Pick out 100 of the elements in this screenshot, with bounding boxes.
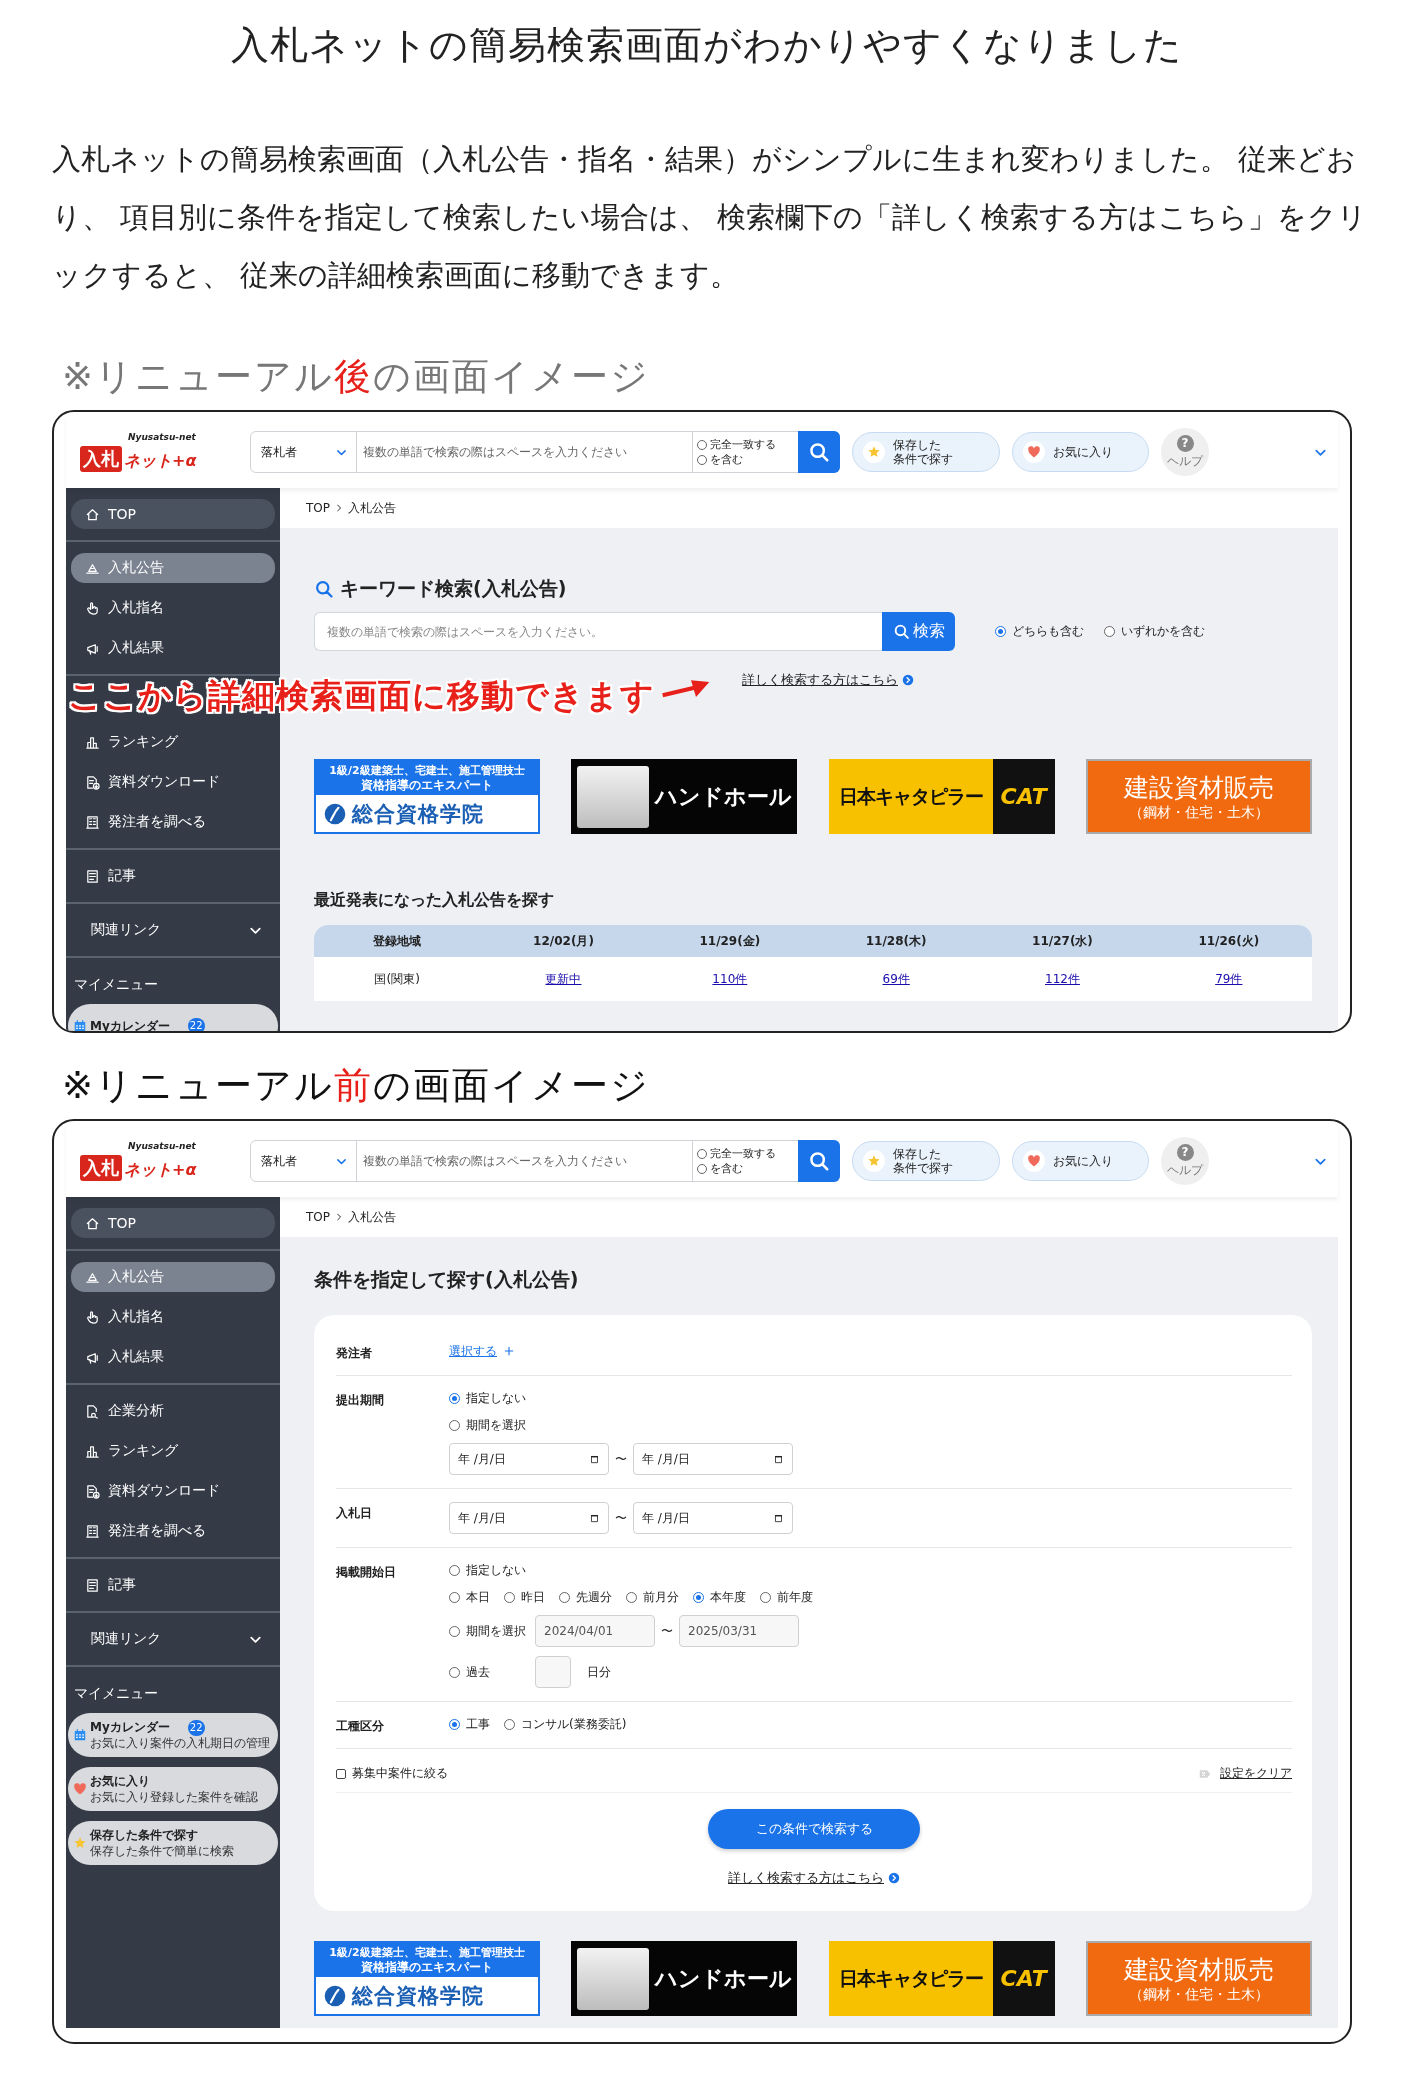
search-bar[interactable]: 落札者 複数の単語で検索の際はスペースを入力ください 完全一致する を含む <box>250 431 840 473</box>
intro-paragraph: 入札ネットの簡易検索画面（入札公告・指名・結果）がシンプルに生まれ変わりました。 従来どおり、 項目別に条件を指定して検索したい場合は、 検索欄下の「詳しく検索する方はこちら」をクリックすると、 従来の詳細検索画面に移動できます。 <box>52 141 1369 294</box>
count-link[interactable]: 更新中 <box>545 970 582 988</box>
clear-settings-link[interactable]: 設定をクリア <box>1220 1765 1292 1782</box>
ad-banner[interactable]: 日本キャタピラー CAT <box>828 1941 1055 2016</box>
column-header: 11/26(火) <box>1197 932 1261 950</box>
banner-text: 資格指導のエキスパート <box>361 778 493 793</box>
sidebar-item[interactable]: TOP <box>71 499 275 529</box>
banner-text: 1級/2級建築士、宅建士、施工管理技士 <box>329 763 525 778</box>
sidebar-item[interactable]: TOP <box>71 1208 275 1238</box>
ad-banner[interactable]: ハンドホール <box>571 1941 798 2016</box>
count-link[interactable]: 112件 <box>1045 970 1080 988</box>
banner-text: （鋼材・住宅・土木） <box>1129 1985 1269 2004</box>
field-label: 発注者 <box>336 1345 373 1362</box>
radio-label: 完全一致する <box>710 438 776 451</box>
ad-banner[interactable]: 1級/2級建築士、宅建士、施工管理技士 資格指導のエキスパート 総合資格学院 <box>314 1941 540 2016</box>
radio-label: を含む <box>710 1162 743 1175</box>
count-link[interactable]: 79件 <box>1215 970 1243 988</box>
sidebar-item[interactable]: ランキング <box>71 1431 275 1471</box>
sidebar-item[interactable]: 入札結果 <box>71 1337 275 1377</box>
help-icon[interactable]: ? <box>1176 1143 1194 1161</box>
select-link[interactable]: 選択する <box>449 1342 497 1360</box>
search-input[interactable]: 複数の単語で検索の際はスペースを入力ください <box>356 1141 693 1181</box>
sidebar-item[interactable]: 入札指名 <box>71 1297 275 1337</box>
brand-mark: CAT <box>992 1941 1055 2016</box>
category-select[interactable]: 落札者 <box>251 432 356 472</box>
ad-banner[interactable]: ハンドホール <box>571 759 798 834</box>
date-field[interactable]: 2024/04/01 <box>535 1615 655 1647</box>
sidebar-item[interactable]: 入札結果 <box>71 628 275 668</box>
radio-label: いずれかを含む <box>1121 623 1205 640</box>
sidebar-item[interactable]: 資料ダウンロード <box>71 762 275 802</box>
banner-title: 建設資材販売 <box>1124 1953 1274 1986</box>
related-links-toggle[interactable]: 関連リンク <box>71 910 275 950</box>
saved-search-button[interactable]: 保存した 条件で探す <box>852 432 1000 472</box>
radio-label: 工事 <box>466 1715 490 1733</box>
count-link[interactable]: 69件 <box>882 970 910 988</box>
breadcrumb-link[interactable]: TOP <box>306 1210 330 1224</box>
sidebar-item[interactable]: 入札指名 <box>71 588 275 628</box>
detail-search-link[interactable]: 詳しく検索する方はこちら <box>728 1869 884 1887</box>
my-menu-item[interactable]: 保存した条件で探す 保存した条件で簡単に検索 <box>68 1821 278 1865</box>
date-field[interactable]: 年 /月/日 <box>633 1502 793 1534</box>
button-label: お気に入り <box>1053 1154 1113 1168</box>
sidebar-item[interactable]: 記事 <box>71 856 275 896</box>
table-cell: 国(関東) <box>374 970 420 988</box>
sidebar-item[interactable]: ランキング <box>71 722 275 762</box>
breadcrumb-link[interactable]: TOP <box>306 501 330 515</box>
range-separator: 〜 <box>615 1450 627 1468</box>
unit-label: 日分 <box>587 1663 611 1681</box>
banner-title: 総合資格学院 <box>352 1982 484 2010</box>
help-icon[interactable]: ? <box>1176 434 1194 452</box>
radio-label: 完全一致する <box>710 1147 776 1160</box>
radio-label: 指定しない <box>466 1561 526 1579</box>
date-field[interactable]: 2025/03/31 <box>679 1615 799 1647</box>
related-links-toggle[interactable]: 関連リンク <box>71 1619 275 1659</box>
search-bar[interactable]: 落札者 複数の単語で検索の際はスペースを入力ください 完全一致する を含む <box>250 1140 840 1182</box>
sidebar-item[interactable]: 記事 <box>71 1565 275 1605</box>
radio-label: 本年度 <box>710 1588 746 1606</box>
sidebar-item[interactable]: 発注者を調べる <box>71 1511 275 1551</box>
menu-item-title: 保存した条件で探す <box>90 1827 198 1844</box>
field-label: 提出期間 <box>336 1392 385 1409</box>
banner-title: 総合資格学院 <box>352 800 484 828</box>
detail-search-link[interactable]: 詳しく検索する方はこちら <box>742 671 898 689</box>
search-input[interactable]: 複数の単語で検索の際はスペースを入力ください <box>356 432 693 472</box>
sidebar-item[interactable]: 入札公告 <box>71 553 275 583</box>
radio-label: 昨日 <box>521 1588 545 1606</box>
radio-label: 先週分 <box>576 1588 612 1606</box>
saved-search-button[interactable]: 保存した 条件で探す <box>852 1141 1000 1181</box>
ad-banner[interactable]: 日本キャタピラー CAT <box>828 759 1055 834</box>
sidebar-item[interactable]: 資料ダウンロード <box>71 1471 275 1511</box>
radio-label: 本日 <box>466 1588 490 1606</box>
keyword-search-field[interactable]: 複数の単語で検索の際はスペースを入力ください。 <box>314 612 882 651</box>
logo-subtitle: Nyusatsu-net <box>128 432 196 442</box>
banner-title: 日本キャタピラー <box>837 1965 984 1991</box>
date-field[interactable]: 年 /月/日 <box>449 1502 609 1534</box>
my-menu-item[interactable]: Myカレンダー 22 お気に入り案件の入札期日の管理 <box>68 1713 278 1757</box>
favorites-button[interactable]: お気に入り <box>1012 1141 1149 1181</box>
sidebar-item[interactable]: 発注者を調べる <box>71 802 275 842</box>
ad-banner[interactable]: 1級/2級建築士、宅建士、施工管理技士 資格指導のエキスパート 総合資格学院 <box>314 759 540 834</box>
logo-text: ネット+α <box>124 451 197 472</box>
field-label: 工種区分 <box>336 1718 385 1735</box>
section-heading: ※リニューアル前の画面イメージ <box>62 1063 651 1109</box>
search-submit-button[interactable]: この条件で検索する <box>708 1809 920 1849</box>
help-label: ヘルプ <box>1167 452 1203 470</box>
my-menu-item[interactable]: お気に入り お気に入り登録した案件を確認 <box>68 1767 278 1811</box>
banner-text: 資格指導のエキスパート <box>361 1960 493 1975</box>
category-select[interactable]: 落札者 <box>251 1141 356 1181</box>
column-header: 12/02(月) <box>532 932 595 950</box>
search-button[interactable]: 検索 <box>882 612 955 651</box>
date-field[interactable]: 年 /月/日 <box>633 1443 793 1475</box>
banner-title: ハンドホール <box>655 1964 793 1993</box>
sidebar-item[interactable]: 入札公告 <box>71 1262 275 1292</box>
button-label: お気に入り <box>1053 445 1113 459</box>
count-link[interactable]: 110件 <box>712 970 748 988</box>
favorites-button[interactable]: お気に入り <box>1012 432 1149 472</box>
range-separator: 〜 <box>615 1509 627 1527</box>
search-input[interactable]: 複数の単語で検索の際はスペースを入力ください。 <box>315 624 882 639</box>
checkbox-label: 募集中案件に絞る <box>352 1765 448 1782</box>
date-field[interactable]: 年 /月/日 <box>449 1443 609 1475</box>
sidebar-item[interactable]: 企業分析 <box>71 1391 275 1431</box>
radio-label: を含む <box>710 453 743 466</box>
